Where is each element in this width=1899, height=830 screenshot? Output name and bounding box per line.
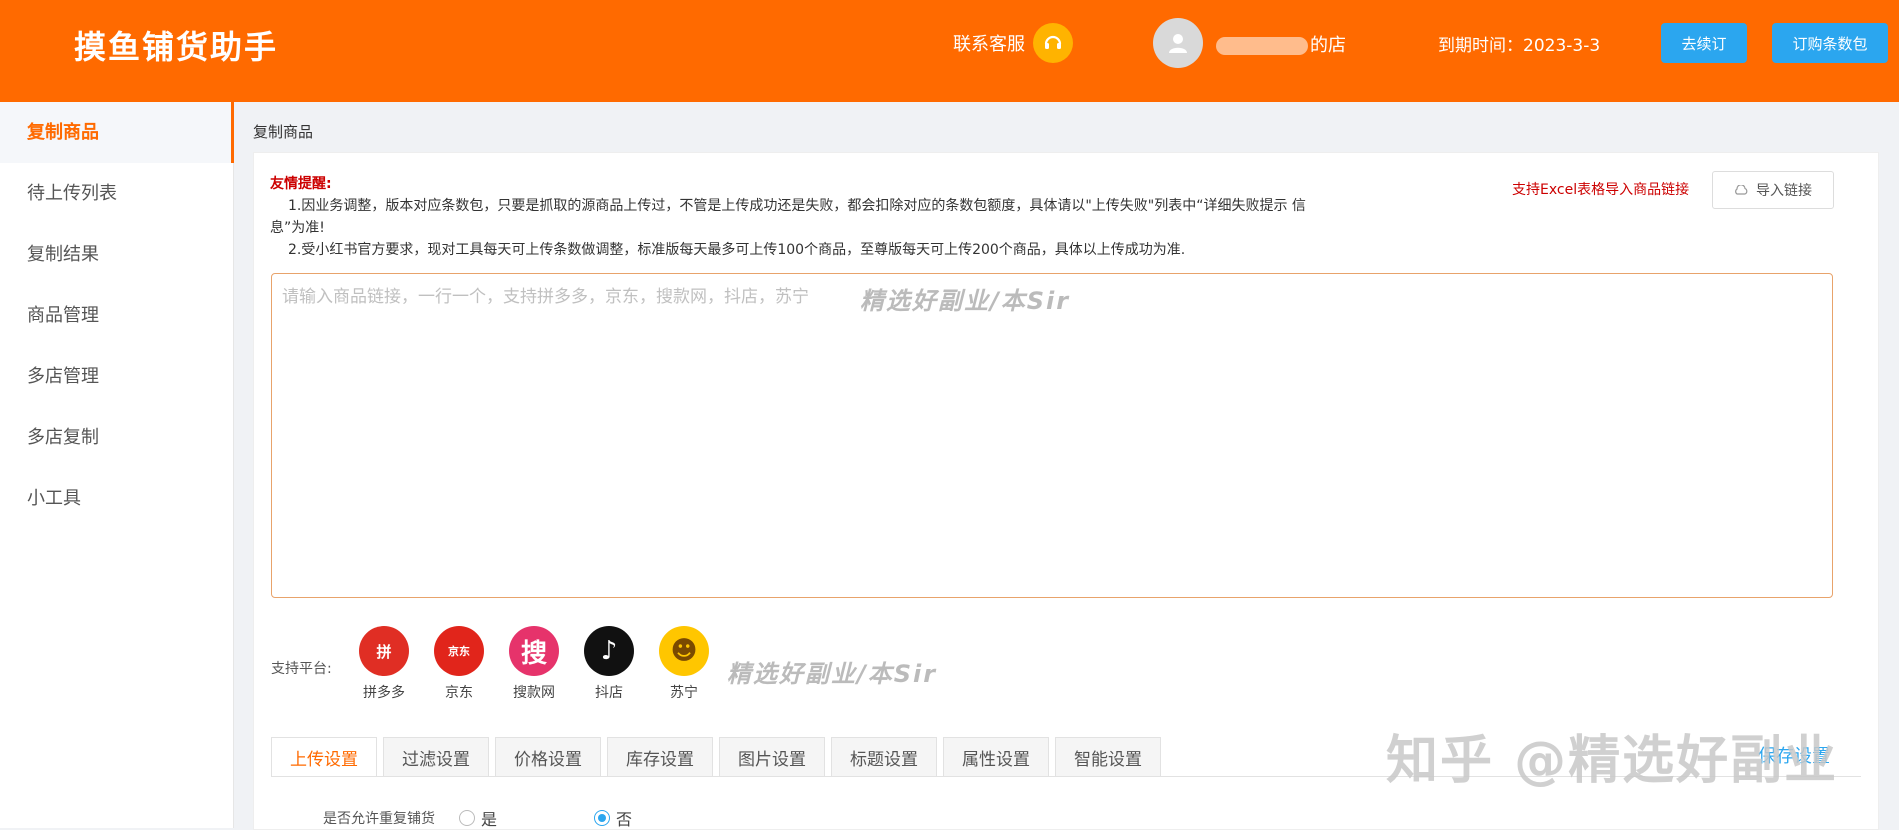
radio-circle-selected[interactable]: [594, 810, 610, 826]
product-links-textarea[interactable]: 请输入商品链接，一行一个，支持拼多多，京东，搜款网，抖店，苏宁: [271, 273, 1833, 598]
shop-name-suffix: 的店: [1310, 35, 1346, 56]
import-links-button[interactable]: 导入链接: [1712, 171, 1834, 209]
platform-suning: ☻ 苏宁: [654, 626, 714, 702]
sidebar-item-tools[interactable]: 小工具: [0, 468, 233, 529]
jd-icon: 京东: [434, 626, 484, 676]
platform-label: 支持平台:: [271, 661, 332, 677]
watermark-text: 精选好副业/本Sir: [860, 287, 1071, 315]
cloud-icon: [1734, 182, 1748, 198]
platform-name: 拼多多: [363, 685, 405, 701]
platform-soukuan: 搜 搜款网: [504, 626, 564, 702]
radio-circle[interactable]: [459, 810, 475, 826]
platform-name: 抖店: [595, 685, 623, 701]
top-header: 摸鱼铺货助手 联系客服 的店 到期时间：2023-3-3 去续订 订购条数包: [0, 0, 1899, 102]
renew-button[interactable]: 去续订: [1661, 23, 1747, 63]
platform-name: 苏宁: [670, 685, 698, 701]
user-avatar[interactable]: [1153, 18, 1203, 68]
notice-text-1: 1.因业务调整，版本对应条数包，只要是抓取的源商品上传过，不管是上传成功还是失败…: [270, 198, 1306, 236]
tab-title-settings[interactable]: 标题设置: [831, 737, 937, 777]
platform-pinduoduo: 拼 拼多多: [354, 626, 414, 702]
platform-name: 京东: [445, 685, 473, 701]
settings-tabs: 上传设置 过滤设置 价格设置 库存设置 图片设置 标题设置 属性设置 智能设置: [271, 737, 1161, 777]
sidebar-item-copy-products[interactable]: 复制商品: [0, 102, 234, 163]
sidebar-item-copy-results[interactable]: 复制结果: [0, 224, 233, 285]
platform-name: 搜款网: [513, 685, 555, 701]
buy-pack-button[interactable]: 订购条数包: [1772, 23, 1888, 63]
notice-title: 友情提醒:: [270, 176, 332, 192]
zhihu-watermark: 知乎 @精选好副业: [1386, 731, 1839, 791]
pinduoduo-icon: 拼: [359, 626, 409, 676]
customer-service-label[interactable]: 联系客服: [953, 30, 1025, 56]
tab-filter-settings[interactable]: 过滤设置: [383, 737, 489, 777]
app-logo: 摸鱼铺货助手: [74, 28, 279, 66]
expire-date: 到期时间：2023-3-3: [1438, 36, 1601, 56]
sidebar-item-product-management[interactable]: 商品管理: [0, 285, 233, 346]
sidebar-item-multi-shop-copy[interactable]: 多店复制: [0, 407, 233, 468]
tab-upload-settings[interactable]: 上传设置: [271, 737, 377, 777]
suning-icon: ☻: [659, 626, 709, 676]
sidebar-item-pending-upload[interactable]: 待上传列表: [0, 163, 233, 224]
allow-duplicate-label: 是否允许重复铺货: [323, 811, 435, 827]
notice-text-2: 2.受小红书官方要求，现对工具每天可上传条数做调整，标准版每天最多可上传100个…: [288, 242, 1186, 258]
tab-smart-settings[interactable]: 智能设置: [1055, 737, 1161, 777]
excel-import-tip: 支持Excel表格导入商品链接: [1512, 182, 1690, 198]
douyin-icon: ♪: [584, 626, 634, 676]
platform-jd: 京东 京东: [429, 626, 489, 702]
sidebar: 复制商品 待上传列表 复制结果 商品管理 多店管理 多店复制 小工具: [0, 102, 234, 828]
breadcrumb: 复制商品: [253, 123, 314, 141]
headset-icon[interactable]: [1033, 23, 1073, 63]
shop-name: 的店: [1216, 31, 1346, 57]
sidebar-item-multi-shop-management[interactable]: 多店管理: [0, 346, 233, 407]
radio-no-label: 否: [616, 810, 633, 829]
tab-stock-settings[interactable]: 库存设置: [607, 737, 713, 777]
tab-price-settings[interactable]: 价格设置: [495, 737, 601, 777]
platform-douyin: ♪ 抖店: [579, 626, 639, 702]
tab-attribute-settings[interactable]: 属性设置: [943, 737, 1049, 777]
import-links-label: 导入链接: [1756, 182, 1812, 198]
radio-yes[interactable]: 是: [459, 806, 497, 830]
watermark-text: 精选好副业/本Sir: [727, 660, 938, 688]
radio-no[interactable]: 否: [594, 806, 632, 830]
redacted-shop-name: [1216, 37, 1308, 55]
soukuan-icon: 搜: [509, 626, 559, 676]
tab-image-settings[interactable]: 图片设置: [719, 737, 825, 777]
radio-yes-label: 是: [481, 810, 498, 829]
